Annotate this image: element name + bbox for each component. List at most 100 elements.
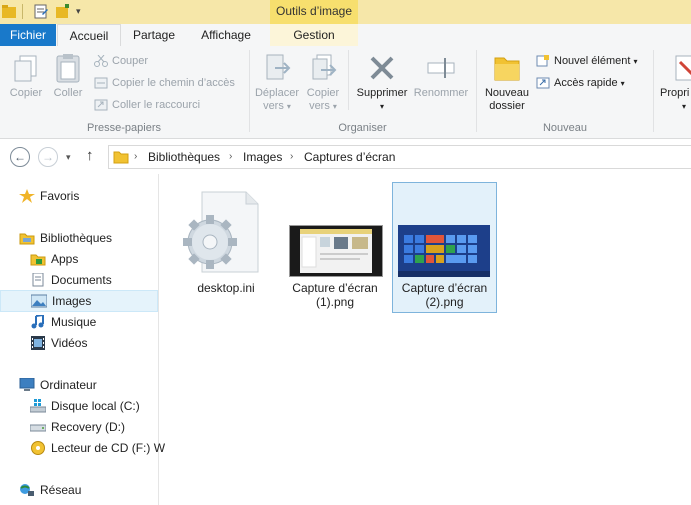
tab-affichage[interactable]: Affichage [190,24,262,46]
group-label-clipboard: Presse-papiers [87,122,161,134]
move-to-label-1: Déplacer [254,87,300,99]
chevron-down-icon[interactable]: ▾ [76,4,90,19]
chevron-down-icon: ▾ [332,102,337,111]
paste-shortcut-button[interactable]: Coller le raccourci [94,96,200,114]
copy-path-button[interactable]: Copier le chemin d’accès [94,74,235,92]
folder-icon [491,52,523,84]
cut-label: Couper [112,55,149,67]
new-folder-button[interactable]: Nouveau dossier [480,52,534,113]
address-bar[interactable]: › Bibliothèques › Images › Captures d’éc… [108,145,691,169]
copy-to-label-2: vers [309,100,330,112]
new-folder-label-1: Nouveau [484,87,530,99]
breadcrumb-captures[interactable]: Captures d’écran [304,146,395,168]
tab-accueil[interactable]: Accueil [57,24,121,48]
documents-icon [30,272,46,287]
file-name-line2: (1).png [315,295,355,309]
chevron-down-icon: ▾ [633,57,638,66]
chevron-down-icon: ▾ [379,102,384,111]
breadcrumb-separator-icon[interactable]: › [290,146,293,168]
paste-shortcut-icon [94,99,108,111]
nav-label: Favoris [40,189,80,203]
breadcrumb-separator-icon[interactable]: › [229,146,232,168]
context-tab-header: Outils d’image [270,0,358,25]
cut-button[interactable]: Couper [94,52,148,70]
file-name-line1: Capture d’écran [401,281,488,295]
properties-icon [660,52,691,84]
rename-button[interactable]: Renommer [412,52,470,100]
settings-file-icon [180,188,260,278]
new-folder-icon[interactable] [56,4,70,19]
apps-icon [30,252,46,266]
nav-label: Recovery (D:) [51,420,126,434]
nav-label: Bibliothèques [40,231,113,245]
nav-label: Disque local (C:) [51,399,140,413]
easy-access-icon [536,77,550,89]
new-item-label: Nouvel élément [554,55,631,67]
tab-gestion[interactable]: Gestion [270,24,358,46]
star-icon [19,189,35,203]
forward-arrow-icon[interactable]: → [38,147,58,167]
tab-fichier[interactable]: Fichier [0,24,56,46]
chevron-down-icon: ▾ [682,102,687,111]
group-separator [249,50,250,132]
paste-button[interactable]: Coller [48,52,88,100]
network-icon [19,483,35,497]
separator [22,4,23,19]
image-thumbnail [398,225,490,277]
breadcrumb-bibliotheques[interactable]: Bibliothèques [148,146,220,168]
file-item-desktop-ini[interactable]: desktop.ini [174,182,278,312]
copy-icon [10,52,42,84]
delete-label: Supprimer [356,87,408,99]
group-label-new: Nouveau [542,122,588,134]
nav-label: Images [52,294,92,308]
recent-locations-chevron-icon[interactable]: ▾ [66,147,71,167]
windows-drive-icon [29,399,47,413]
computer-icon [19,377,35,392]
easy-access-button[interactable]: Accès rapide ▾ [536,74,625,92]
move-to-button[interactable]: Déplacer vers ▾ [254,52,300,113]
music-icon [30,313,46,329]
cd-drive-icon [30,441,46,455]
copy-path-icon [94,77,108,89]
nav-label: Vidéos [51,336,88,350]
paste-icon [52,52,84,84]
properties-button[interactable]: Propri ▾ [660,52,691,113]
breadcrumb-images[interactable]: Images [243,146,282,168]
rename-label: Renommer [413,87,469,99]
copy-to-button[interactable]: Copier vers ▾ [302,52,344,113]
group-separator [476,50,477,132]
drive-icon [29,420,47,434]
file-name-line2: (2).png [425,295,464,309]
nav-label: Réseau [40,483,82,497]
new-item-button[interactable]: Nouvel élément ▾ [536,52,638,70]
libraries-icon [19,231,35,245]
back-arrow-icon[interactable]: ← [10,147,30,167]
nav-label: Musique [51,315,97,329]
navigation-pane: Favoris Bibliothèques Apps Documents Ima… [0,174,165,505]
new-item-icon [536,55,550,67]
file-item-capture-1[interactable]: Capture d’écran (1).png [283,182,387,312]
copy-label: Copier [9,87,43,99]
breadcrumb-separator-icon[interactable]: › [134,146,137,168]
delete-icon [366,52,398,84]
move-to-label-2: vers [263,100,284,112]
paste-shortcut-label: Coller le raccourci [112,99,201,111]
group-label-organize: Organiser [338,122,387,134]
delete-button[interactable]: Supprimer ▾ [352,52,412,113]
up-arrow-icon[interactable]: ↑ [86,146,94,166]
file-item-capture-2[interactable]: Capture d’écran (2).png [392,182,497,313]
group-separator [653,50,654,132]
tab-partage[interactable]: Partage [124,24,184,46]
properties-label: Propri [660,87,690,99]
move-to-icon [261,52,293,84]
images-icon [30,294,48,308]
rename-icon [425,52,457,84]
properties-icon[interactable] [34,4,48,19]
file-name-line1: Capture d’écran [292,281,378,295]
ribbon: Copier Coller Couper Copier le chemin d’… [0,46,691,139]
ribbon-tab-row: Fichier Accueil Partage Affichage Gestio… [0,24,691,48]
copy-button[interactable]: Copier [6,52,46,100]
separator [348,50,349,110]
copy-to-label-1: Copier [306,87,340,99]
nav-item-images[interactable]: Images [0,290,158,312]
